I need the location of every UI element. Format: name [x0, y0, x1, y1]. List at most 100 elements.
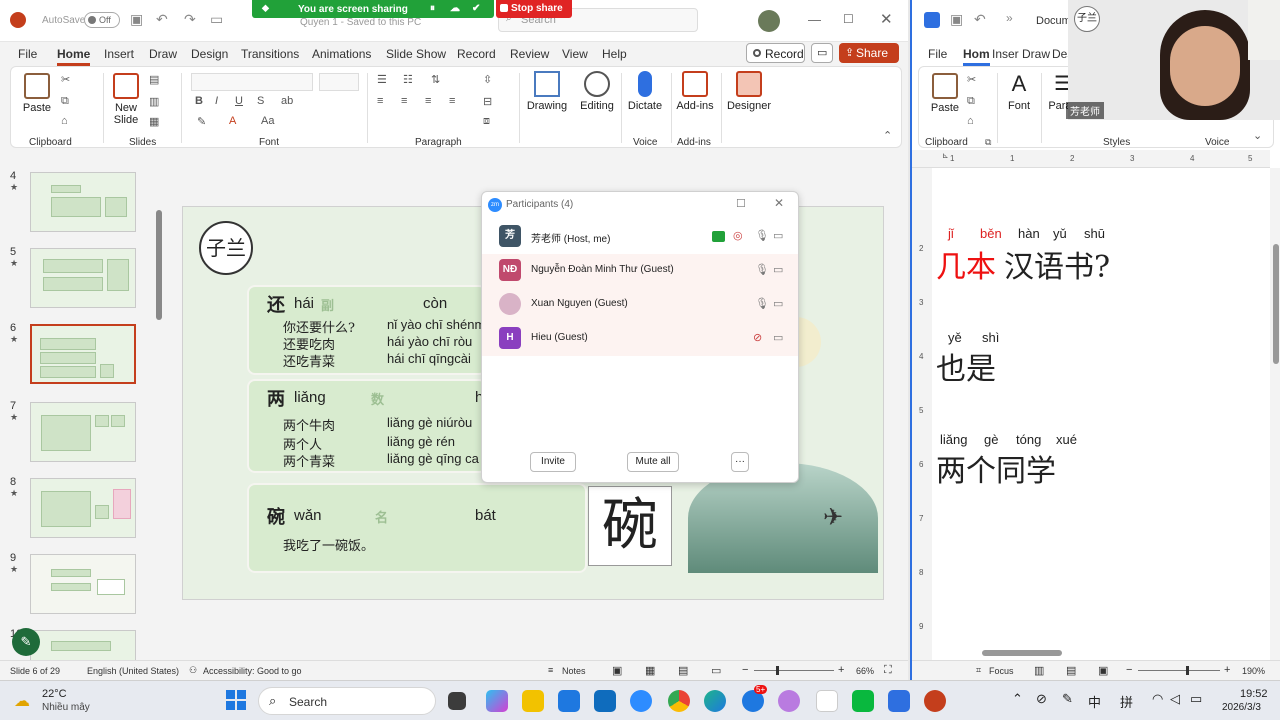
zoom-slider[interactable] [754, 670, 834, 671]
close-icon[interactable]: ✕ [880, 10, 893, 28]
shield-icon[interactable]: ✔ [472, 3, 480, 14]
ms-store-icon[interactable] [558, 690, 580, 712]
ime-mode[interactable]: 中 [1088, 692, 1101, 711]
participant-row[interactable]: H Hieu (Guest) ⊘ ▭ [482, 322, 798, 356]
user-avatar[interactable] [758, 10, 780, 32]
powerpoint-taskbar-icon[interactable] [924, 690, 946, 712]
numbering-icon[interactable]: ☷ [403, 73, 413, 86]
collapse-ribbon-icon[interactable]: ⌃ [883, 129, 892, 142]
copy-icon[interactable]: ⧉ [61, 95, 69, 108]
zoom-out-icon[interactable]: − [1126, 664, 1132, 676]
undo-icon[interactable]: ↶ [156, 11, 168, 28]
ruler-tab-icon[interactable]: ⊾ [942, 151, 949, 160]
dictate-button[interactable]: Dictate [625, 71, 665, 112]
weather-desc[interactable]: Nhiều mây [42, 702, 90, 713]
battery-icon[interactable]: ▭ [1190, 691, 1202, 707]
camera-icon[interactable]: ▭ [773, 331, 783, 344]
save-icon[interactable]: ▣ [130, 11, 143, 28]
align-right-icon[interactable]: ≡ [425, 95, 431, 107]
more-commands-icon[interactable]: » [1006, 11, 1013, 25]
format-painter-icon[interactable]: ⌂ [967, 115, 974, 127]
save-icon[interactable]: ▣ [950, 11, 963, 28]
slide-thumbnail-8[interactable] [30, 478, 136, 538]
notes-button[interactable]: Notes [562, 666, 586, 676]
web-layout-icon[interactable]: ▣ [1098, 664, 1108, 677]
tray-app-icon[interactable]: ⊘ [1036, 691, 1047, 707]
format-painter-icon[interactable]: ⌂ [61, 115, 68, 127]
word-tab-insert[interactable]: Inser [992, 47, 1019, 61]
zoom-level[interactable]: 66% [856, 666, 874, 676]
slide-thumbnail-7[interactable] [30, 402, 136, 462]
microphone-icon[interactable]: 🎙 [755, 229, 769, 242]
font-name-select[interactable] [191, 73, 313, 91]
zoom-app-icon[interactable] [630, 690, 652, 712]
accessibility-status[interactable]: Accessibility: Good to go [203, 666, 302, 676]
word-horizontal-scrollbar[interactable] [982, 650, 1062, 656]
word-taskbar-icon[interactable] [888, 690, 910, 712]
clock-date[interactable]: 2026/3/3 [1222, 702, 1261, 713]
copy-icon[interactable]: ⧉ [967, 95, 975, 108]
justify-icon[interactable]: ≡ [449, 95, 455, 107]
highlight-icon[interactable]: ✎ [197, 115, 206, 128]
participant-row[interactable]: Xuan Nguyen (Guest) 🎙 ▭ [482, 288, 798, 322]
clock-time[interactable]: 19:52 [1240, 688, 1268, 700]
camera-icon[interactable]: ▭ [773, 263, 783, 276]
bold-icon[interactable]: B [195, 95, 203, 107]
text-direction-icon[interactable]: ⇳ [483, 73, 492, 86]
record-button[interactable]: Record [746, 43, 805, 63]
char-spacing-icon[interactable]: ab [281, 95, 293, 107]
maximize-icon[interactable]: ☐ [843, 12, 854, 26]
windows-start-icon[interactable] [226, 690, 246, 710]
video-off-icon[interactable]: ◎ [733, 229, 743, 242]
tab-design[interactable]: Design [191, 47, 228, 61]
align-left-icon[interactable]: ≡ [377, 95, 383, 107]
slide-thumbnail-9[interactable] [30, 554, 136, 614]
redo-icon[interactable]: ↷ [184, 11, 196, 28]
tab-record[interactable]: Record [457, 47, 496, 61]
zoom-in-icon[interactable]: + [1224, 664, 1230, 676]
maximize-icon[interactable]: ☐ [736, 197, 746, 210]
file-explorer-icon[interactable] [522, 690, 544, 712]
volume-icon[interactable]: ◁ [1170, 691, 1180, 707]
cloud-icon[interactable]: ☁ [450, 3, 460, 14]
zoom-thumb[interactable] [776, 666, 779, 675]
outlook-icon[interactable] [594, 690, 616, 712]
ribbon-expand-icon[interactable]: ⌄ [1253, 129, 1262, 142]
italic-icon[interactable]: I [215, 95, 218, 107]
tab-home[interactable]: Home [57, 47, 91, 66]
word-zoom-thumb[interactable] [1186, 666, 1189, 675]
participant-row[interactable]: 芳 芳老师 (Host, me) ◎ 🎙 ▭ [482, 220, 798, 254]
weather-temp[interactable]: 22°C [42, 688, 67, 700]
addins-button[interactable]: Add-ins [675, 71, 715, 112]
section-icon[interactable]: ▦ [149, 115, 159, 128]
sorter-view-icon[interactable]: ▦ [645, 664, 655, 677]
editing-button[interactable]: Editing [577, 71, 617, 112]
taskbar-search-input[interactable]: ⌕ Search [258, 687, 436, 715]
zoom-in-icon[interactable]: + [838, 664, 844, 676]
share-button[interactable]: ⇪ Share [839, 43, 899, 63]
word-paste-button[interactable]: Paste [929, 73, 961, 114]
camera-icon[interactable]: ▭ [773, 297, 783, 310]
microphone-icon[interactable]: 🎙 [755, 263, 769, 276]
tab-transitions[interactable]: Transitions [241, 47, 299, 61]
present-icon[interactable]: ▭ [210, 11, 223, 28]
designer-button[interactable]: Designer [725, 71, 773, 112]
drawing-button[interactable]: Drawing [525, 71, 569, 112]
slide-thumbnail-10[interactable] [30, 630, 136, 660]
wifi-icon[interactable]: ◠ [1152, 691, 1163, 707]
paste-button[interactable]: Paste [21, 73, 53, 114]
tab-file[interactable]: File [18, 47, 37, 61]
slideshow-view-icon[interactable]: ▭ [711, 664, 721, 677]
app-icon[interactable] [778, 690, 800, 712]
tab-animations[interactable]: Animations [312, 47, 371, 61]
layout-icon[interactable]: ▤ [149, 73, 159, 86]
copilot-icon[interactable] [486, 690, 508, 712]
slide-thumbnail-4[interactable] [30, 172, 136, 232]
comments-button[interactable]: ▭ [811, 43, 833, 63]
normal-view-icon[interactable]: ▣ [612, 664, 622, 677]
scroll-thumb[interactable] [1273, 244, 1279, 364]
word-tab-home[interactable]: Hom [963, 47, 990, 66]
zoom-out-icon[interactable]: − [742, 664, 748, 676]
camera-icon[interactable]: ▭ [773, 229, 783, 242]
reading-view-icon[interactable]: ▤ [678, 664, 688, 677]
